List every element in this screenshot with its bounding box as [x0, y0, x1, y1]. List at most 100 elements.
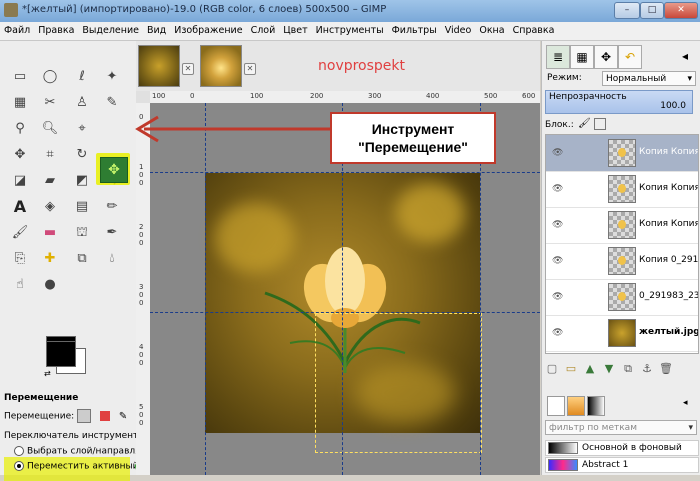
measure-icon[interactable]: ⌖	[72, 119, 92, 139]
gradients-tab-icon[interactable]	[587, 396, 605, 416]
raise-layer-icon[interactable]: ▲	[583, 362, 597, 376]
menu-help[interactable]: Справка	[509, 22, 559, 40]
image-tab-thumb-1[interactable]	[138, 45, 180, 87]
foreground-select-icon[interactable]: ♙	[72, 93, 92, 113]
menu-filters[interactable]: Фильтры	[388, 22, 441, 40]
option-pick-layer[interactable]: Выбрать слой/направля	[14, 446, 141, 457]
dock-menu-icon[interactable]: ◂	[674, 45, 696, 67]
gradient-item[interactable]: Abstract 1	[545, 457, 699, 473]
minimize-button[interactable]: –	[614, 2, 640, 19]
eraser-icon[interactable]: ▬	[40, 223, 60, 243]
menu-color[interactable]: Цвет	[279, 22, 311, 40]
move-path-mode-icon[interactable]: ✎	[119, 411, 131, 422]
visibility-eye-icon[interactable]: 👁︎	[552, 148, 563, 158]
close-tab-1-icon[interactable]: ✕	[182, 63, 194, 75]
mode-dropdown[interactable]: Нормальный ▾	[602, 71, 696, 86]
opacity-slider[interactable]: Непрозрачность 100.0	[545, 90, 693, 114]
undo-dock-tab-icon[interactable]: ↶	[618, 45, 642, 69]
free-select-icon[interactable]: ℓ	[72, 67, 92, 87]
menu-edit[interactable]: Правка	[34, 22, 78, 40]
blur-icon[interactable]: 💧︎	[102, 249, 122, 269]
swap-colors-icon[interactable]: ⇄	[44, 369, 51, 378]
paths-dock-tab-icon[interactable]: ✥	[594, 45, 618, 69]
menu-layer[interactable]: Слой	[247, 22, 280, 40]
perspective-icon[interactable]: ◩	[72, 171, 92, 191]
menu-video[interactable]: Video	[441, 22, 476, 40]
patterns-tab-icon[interactable]	[567, 396, 585, 416]
option-move-active[interactable]: Переместить активный	[14, 460, 139, 471]
image-tab-thumb-2[interactable]	[200, 45, 242, 87]
color-select-icon[interactable]: ▦	[10, 93, 30, 113]
menu-windows[interactable]: Окна	[475, 22, 508, 40]
guide-vertical-1[interactable]	[205, 103, 206, 475]
color-picker-icon[interactable]: ⚲	[10, 119, 30, 139]
layer-row[interactable]: 👁︎ Копия Копия 0	[546, 207, 698, 244]
visibility-eye-icon[interactable]: 👁︎	[552, 220, 563, 230]
ruler-left[interactable]: 0 1 0 0 2 0 0 3 0 0 4 0 0 5 0 0	[136, 103, 151, 475]
lower-layer-icon[interactable]: ▼	[602, 362, 616, 376]
anchor-layer-icon[interactable]: ⚓	[640, 362, 654, 376]
clone-icon[interactable]: ⎘	[10, 249, 30, 269]
align-icon[interactable]: ✥	[10, 145, 30, 165]
radio-pick-layer[interactable]	[14, 446, 24, 456]
visibility-eye-icon[interactable]: 👁︎	[552, 328, 563, 338]
zoom-icon[interactable]: 🔍︎	[40, 119, 60, 139]
tag-filter-input[interactable]: фильтр по меткам ▾	[545, 420, 697, 435]
bucket-fill-icon[interactable]: ◈	[40, 197, 60, 217]
fuzzy-select-icon[interactable]: ✦	[102, 67, 122, 87]
layers-dock-tab-icon[interactable]: ≣	[546, 45, 570, 69]
menu-view[interactable]: Вид	[143, 22, 170, 40]
smudge-icon[interactable]: ☝	[10, 275, 30, 295]
new-layer-group-icon[interactable]: ▭	[564, 362, 578, 376]
duplicate-layer-icon[interactable]: ⧉	[621, 362, 635, 376]
blend-icon[interactable]: ▤	[72, 197, 92, 217]
airbrush-icon[interactable]: ⛫	[72, 223, 92, 243]
move-tool-icon[interactable]: ✥	[100, 157, 128, 183]
perspective-clone-icon[interactable]: ⧉	[72, 249, 92, 269]
move-layer-mode-icon[interactable]	[77, 409, 92, 423]
visibility-eye-icon[interactable]: 👁︎	[552, 184, 563, 194]
dodge-burn-icon[interactable]: ●	[40, 275, 60, 295]
lock-pixels-icon[interactable]: 🖌︎	[578, 118, 591, 129]
crop-icon[interactable]: ⌗	[40, 145, 60, 165]
guide-horizontal-1[interactable]	[150, 172, 540, 173]
layer-row[interactable]: 👁︎ Копия 0_291983	[546, 243, 698, 280]
scissors-icon[interactable]: ✂	[40, 93, 60, 113]
dock-menu-icon-2[interactable]: ◂	[683, 398, 688, 408]
radio-move-active[interactable]	[14, 460, 24, 471]
new-layer-icon[interactable]: ▢	[545, 362, 559, 376]
guide-horizontal-2[interactable]	[150, 312, 540, 313]
lock-alpha-icon[interactable]	[594, 118, 606, 130]
layer-row[interactable]: 👁︎ Копия Копия К	[546, 171, 698, 208]
ruler-corner[interactable]	[136, 91, 150, 103]
pencil-icon[interactable]: ✏	[102, 197, 122, 217]
gradient-item[interactable]: Основной в фоновый (рез	[545, 440, 699, 467]
paths-icon[interactable]: ✎	[102, 93, 122, 113]
shear-icon[interactable]: ▰	[40, 171, 60, 191]
ellipse-select-icon[interactable]: ◯	[40, 67, 60, 87]
layer-row[interactable]: 👁︎ 0_291983_232e	[546, 279, 698, 316]
visibility-eye-icon[interactable]: 👁︎	[552, 292, 563, 302]
paintbrush-icon[interactable]: 🖌︎	[10, 223, 30, 243]
delete-layer-icon[interactable]: 🗑︎	[659, 362, 673, 376]
scale-icon[interactable]: ◪	[10, 171, 30, 191]
rotate-icon[interactable]: ↻	[72, 145, 92, 165]
heal-icon[interactable]: ✚	[40, 249, 60, 269]
ink-icon[interactable]: ✒	[102, 223, 122, 243]
layer-row[interactable]: 👁︎ желтый.jpg	[546, 315, 698, 352]
close-button[interactable]: ✕	[664, 2, 698, 19]
maximize-button[interactable]: □	[640, 2, 664, 19]
move-selection-mode-icon[interactable]	[99, 411, 110, 421]
menu-file[interactable]: Файл	[0, 22, 34, 40]
channels-dock-tab-icon[interactable]: ▦	[570, 45, 594, 69]
menu-select[interactable]: Выделение	[78, 22, 143, 40]
menu-image[interactable]: Изображение	[170, 22, 246, 40]
menu-tools[interactable]: Инструменты	[312, 22, 388, 40]
text-icon[interactable]: A	[10, 197, 30, 217]
brushes-tab-icon[interactable]	[547, 396, 565, 416]
foreground-color-front[interactable]	[46, 341, 76, 367]
rect-select-icon[interactable]: ▭	[10, 67, 30, 87]
close-tab-2-icon[interactable]: ✕	[244, 63, 256, 75]
layer-row[interactable]: 👁︎ Копия Копия К	[546, 135, 698, 172]
visibility-eye-icon[interactable]: 👁︎	[552, 256, 563, 266]
